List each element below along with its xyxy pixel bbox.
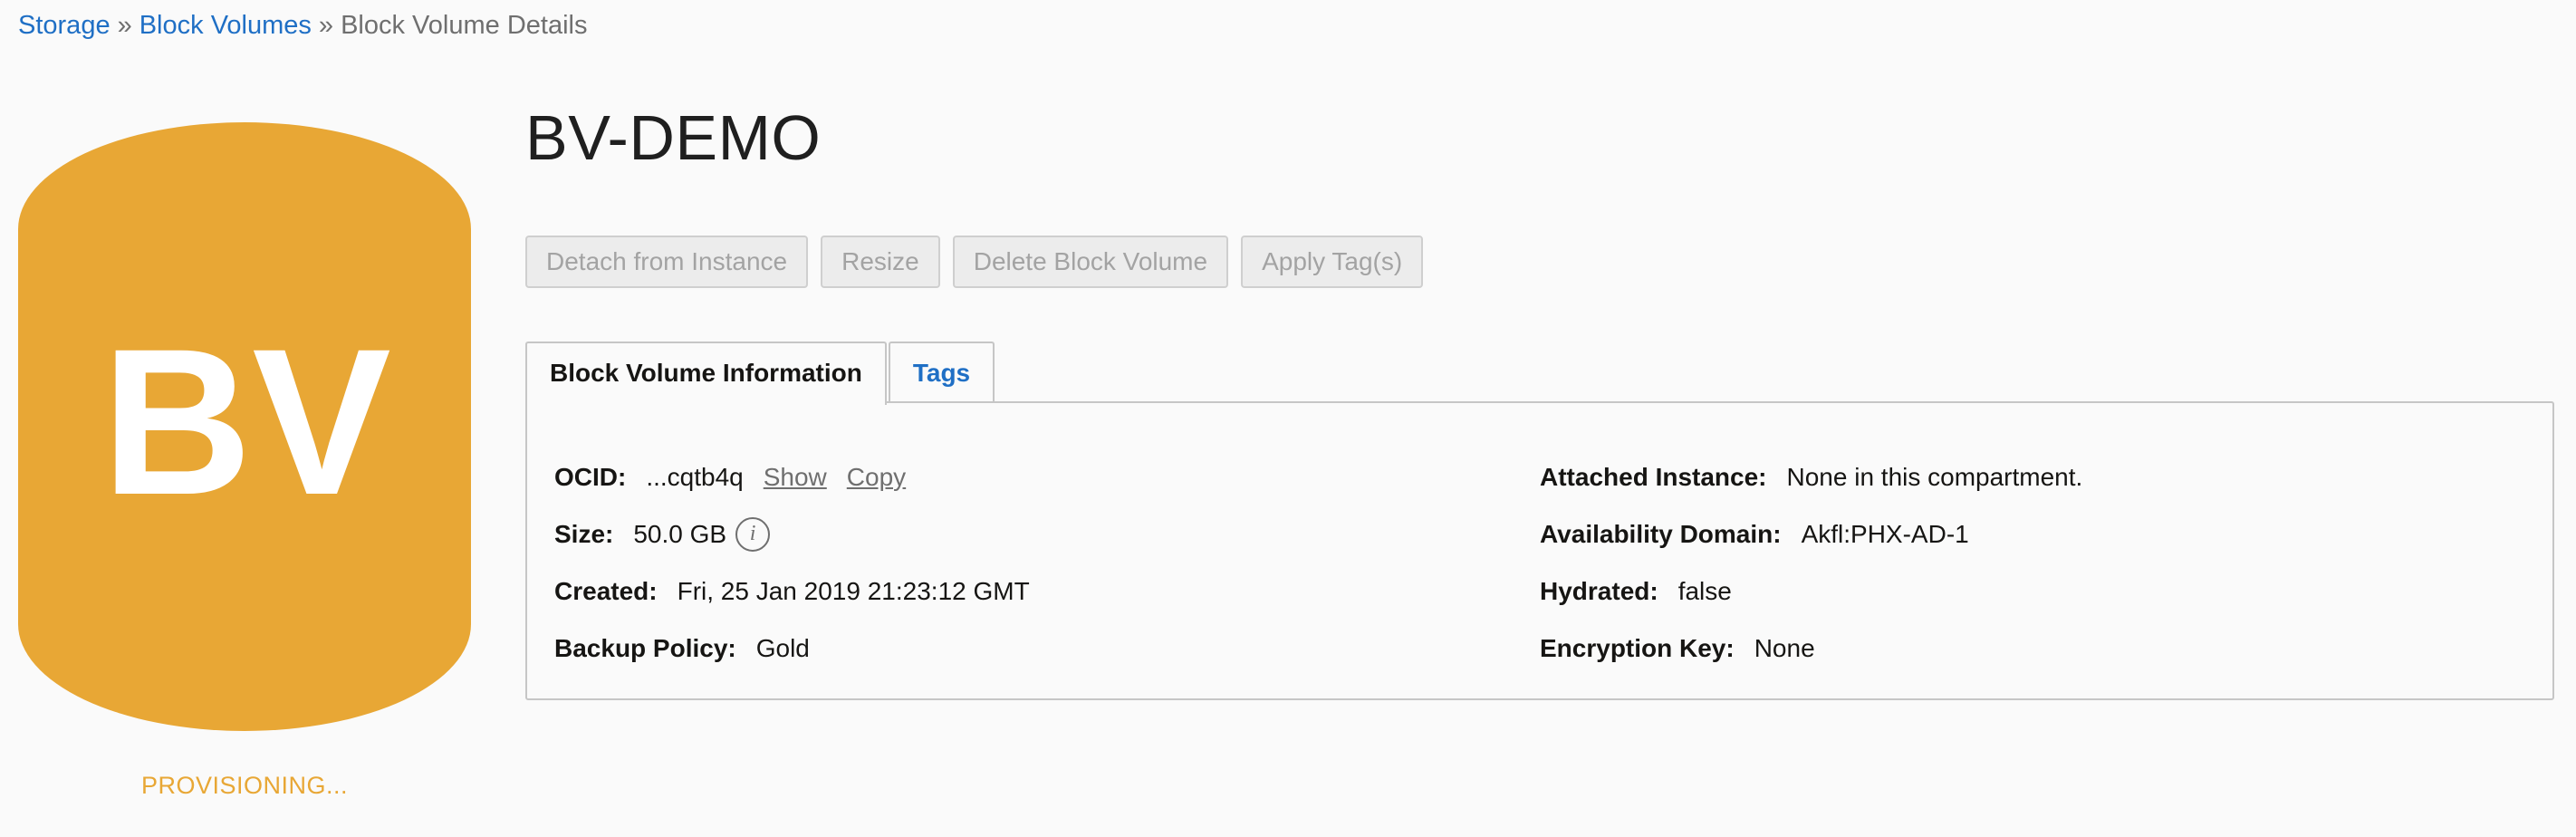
encryption-key-row: Encryption Key: None (1540, 620, 2082, 677)
ocid-row: OCID: ...cqtb4q Show Copy (554, 448, 1030, 505)
backup-policy-label: Backup Policy: (554, 633, 736, 662)
size-label: Size: (554, 519, 614, 548)
created-row: Created: Fri, 25 Jan 2019 21:23:12 GMT (554, 563, 1030, 620)
page-title: BV-DEMO (525, 102, 822, 173)
hydrated-row: Hydrated: false (1540, 563, 2082, 620)
info-icon[interactable]: i (735, 516, 771, 552)
breadcrumb-storage-link[interactable]: Storage (18, 11, 111, 40)
breadcrumb-current: Block Volume Details (341, 11, 588, 40)
attached-instance-label: Attached Instance: (1540, 462, 1767, 491)
attached-instance-value: None in this compartment. (1786, 462, 2083, 491)
breadcrumb-separator: » (117, 11, 132, 40)
hydrated-value: false (1677, 576, 1732, 605)
size-row: Size: 50.0 GB i (554, 505, 1030, 563)
backup-policy-value: Gold (755, 633, 810, 662)
encryption-key-label: Encryption Key: (1540, 633, 1735, 662)
info-column-left: OCID: ...cqtb4q Show Copy Size: 50.0 GB … (554, 448, 1030, 677)
ocid-show-link[interactable]: Show (764, 463, 827, 492)
backup-policy-row: Backup Policy: Gold (554, 620, 1030, 677)
ocid-value: ...cqtb4q (646, 462, 744, 491)
hydrated-label: Hydrated: (1540, 576, 1658, 605)
created-label: Created: (554, 576, 658, 605)
availability-domain-value: Akfl:PHX-AD-1 (1801, 519, 1969, 548)
availability-domain-row: Availability Domain: Akfl:PHX-AD-1 (1540, 505, 2082, 563)
breadcrumb-block-volumes-link[interactable]: Block Volumes (139, 11, 312, 40)
tab-bar: Block Volume Information Tags (525, 342, 996, 405)
ocid-copy-link[interactable]: Copy (847, 463, 906, 492)
attached-instance-row: Attached Instance: None in this compartm… (1540, 448, 2082, 505)
detach-from-instance-button[interactable]: Detach from Instance (525, 236, 809, 288)
encryption-key-value: None (1754, 633, 1815, 662)
breadcrumb-separator: » (318, 11, 334, 40)
action-toolbar: Detach from Instance Resize Delete Block… (525, 236, 1424, 288)
block-volume-info-panel: OCID: ...cqtb4q Show Copy Size: 50.0 GB … (525, 401, 2554, 700)
tab-block-volume-information[interactable]: Block Volume Information (525, 342, 887, 405)
resource-icon-text: BV (101, 305, 391, 538)
tab-tags[interactable]: Tags (888, 342, 995, 403)
size-value: 50.0 GB (633, 519, 727, 548)
ocid-label: OCID: (554, 462, 627, 491)
resize-button[interactable]: Resize (821, 236, 940, 288)
block-volume-icon: BV (18, 122, 471, 731)
created-value: Fri, 25 Jan 2019 21:23:12 GMT (677, 576, 1030, 605)
availability-domain-label: Availability Domain: (1540, 519, 1782, 548)
info-column-right: Attached Instance: None in this compartm… (1540, 448, 2082, 677)
status-label: PROVISIONING... (140, 772, 349, 799)
delete-block-volume-button[interactable]: Delete Block Volume (952, 236, 1229, 288)
apply-tags-button[interactable]: Apply Tag(s) (1241, 236, 1424, 288)
breadcrumb: Storage» Block Volumes» Block Volume Detai… (18, 11, 587, 41)
